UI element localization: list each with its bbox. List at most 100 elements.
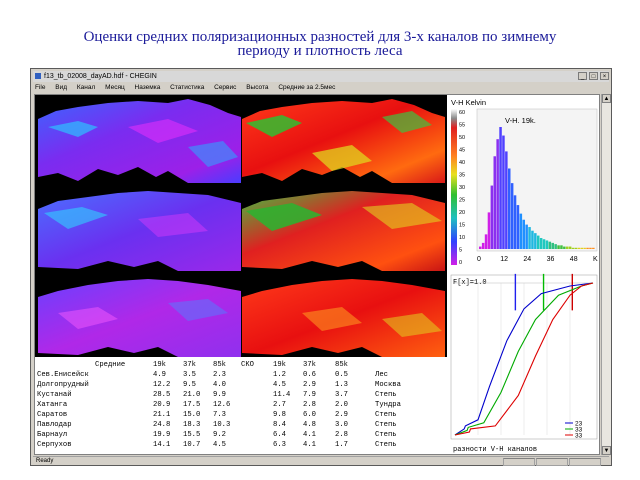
menu-averages[interactable]: Средние за 2.5мес — [278, 84, 335, 91]
stats-cell-m85: 4.5 — [213, 441, 226, 449]
histogram-x-tick: 24 — [523, 256, 531, 263]
colorbar — [451, 109, 457, 265]
status-cell-1 — [503, 458, 535, 466]
histogram-bar — [528, 227, 531, 249]
stats-cell-name: Долгопрудный — [37, 381, 89, 389]
colorbar-tick-label: 10 — [459, 235, 465, 241]
stats-cell-s85: 2.8 — [335, 431, 348, 439]
stats-header-sko-19k: 19k — [273, 361, 286, 369]
stats-table: Средние 19k 37k 85k СКО 19k 37k 85k Сев.… — [35, 357, 447, 454]
app-icon — [35, 73, 41, 79]
stats-row: Саратов 21.1 15.0 7.3 9.8 6.0 2.9 Степь — [35, 411, 447, 420]
map-tile-19k-vh[interactable] — [38, 97, 241, 183]
stats-cell-s37: 2.9 — [303, 381, 316, 389]
histogram-bar — [560, 245, 563, 249]
histogram-bar — [571, 247, 575, 249]
histogram-bar — [542, 239, 546, 249]
stats-header-sko: СКО — [241, 361, 254, 369]
stats-cell-name: Барнаул — [37, 431, 68, 439]
stats-cell-s85: 0.5 — [335, 371, 348, 379]
stats-cell-s19: 6.3 — [273, 441, 286, 449]
menu-month[interactable]: Месяц — [105, 84, 125, 91]
stats-cell-s19: 2.7 — [273, 401, 286, 409]
stats-cell-cls: Степь — [375, 441, 397, 449]
menu-view[interactable]: Вид — [55, 84, 67, 91]
histogram-label: V-H. 19k. — [505, 116, 536, 125]
client-area: V-H Kelvin 60 55 50 45 40 35 30 25 20 15 10 5 0 V-H.… — [34, 94, 600, 455]
menu-statistics[interactable]: Статистика — [170, 84, 204, 91]
stats-cell-m85: 4.0 — [213, 381, 226, 389]
stats-cell-cls: Лес — [375, 371, 388, 379]
stats-row: Кустанай 28.5 21.0 9.9 11.4 7.9 3.7 Степь — [35, 391, 447, 400]
menu-channel[interactable]: Канал — [77, 84, 95, 91]
histogram-x-tick: 0 — [477, 256, 481, 263]
histogram-bar — [574, 247, 578, 249]
histogram-bar — [496, 139, 499, 249]
minimize-button[interactable]: _ — [578, 72, 587, 80]
stats-cell-m19: 19.9 — [153, 431, 171, 439]
stats-cell-m37: 15.5 — [183, 431, 201, 439]
stats-cell-m85: 10.3 — [213, 421, 231, 429]
map-tile-85k-density[interactable] — [242, 273, 445, 359]
stats-cell-name: Павлодар — [37, 421, 72, 429]
stats-cell-cls: Москва — [375, 381, 401, 389]
histogram-bar — [586, 247, 589, 249]
histogram-bar — [566, 246, 569, 249]
stats-cell-s37: 4.1 — [303, 431, 316, 439]
histogram-bar — [499, 127, 502, 249]
stats-cell-s37: 2.8 — [303, 401, 316, 409]
vertical-scrollbar[interactable]: ▲ ▼ — [601, 94, 611, 455]
stats-cell-name: Хатанга — [37, 401, 68, 409]
close-button[interactable]: × — [600, 72, 609, 80]
stats-cell-m19: 24.8 — [153, 421, 171, 429]
map-tile-37k-density[interactable] — [242, 185, 445, 271]
histogram-bar — [592, 247, 595, 249]
map-tile-85k-vh[interactable] — [38, 273, 241, 359]
window-titlebar[interactable]: f13_tb_02008_dayAD.hdf - CHEGIN _ □ × — [33, 71, 609, 82]
histogram-bar — [577, 247, 581, 249]
histogram-bar — [551, 242, 554, 249]
histogram-bar — [484, 234, 488, 249]
histogram-bar — [557, 245, 560, 249]
scroll-up-arrow-icon[interactable]: ▲ — [602, 94, 611, 103]
maximize-button[interactable]: □ — [589, 72, 598, 80]
histogram-bar — [481, 242, 485, 249]
stats-row: Хатанга 20.9 17.5 12.6 2.7 2.8 2.0 Тундра — [35, 401, 447, 410]
menu-service[interactable]: Сервис — [214, 84, 236, 91]
stats-cell-m85: 9.2 — [213, 431, 226, 439]
stats-cell-m19: 14.1 — [153, 441, 171, 449]
stats-header-sko-37k: 37k — [303, 361, 316, 369]
menu-altitude[interactable]: Высота — [246, 84, 268, 91]
stats-cell-m37: 21.0 — [183, 391, 201, 399]
histogram-bar — [508, 168, 511, 249]
menu-file[interactable]: File — [35, 84, 45, 91]
histogram-bar — [516, 205, 520, 249]
stats-cell-s37: 7.9 — [303, 391, 316, 399]
histogram-bar — [583, 247, 586, 249]
histogram-bar — [534, 233, 537, 249]
map-tile-19k-density[interactable] — [242, 97, 445, 183]
stats-cell-s85: 2.9 — [335, 411, 348, 419]
stats-cell-m85: 9.9 — [213, 391, 226, 399]
stats-cell-m37: 17.5 — [183, 401, 201, 409]
stats-cell-m19: 12.2 — [153, 381, 171, 389]
stats-cell-cls: Тундра — [375, 401, 401, 409]
scroll-down-arrow-icon[interactable]: ▼ — [602, 446, 611, 455]
scale-histogram-svg: V-H Kelvin 605550454035302520151050 V-H.… — [451, 98, 598, 266]
colorbar-tick-label: 15 — [459, 223, 465, 229]
histogram-bar — [513, 195, 517, 249]
menu-bar: File Вид Канал Месяц Наземка Статистика … — [33, 83, 609, 93]
histogram-bar — [493, 156, 496, 249]
map-grid — [35, 95, 447, 357]
histogram-bar — [537, 235, 540, 249]
stats-cell-s19: 9.8 — [273, 411, 286, 419]
stats-cell-s37: 6.0 — [303, 411, 316, 419]
stats-header-avg: Средние — [95, 361, 126, 369]
stats-cell-m37: 18.3 — [183, 421, 201, 429]
map-tile-37k-vh[interactable] — [38, 185, 241, 271]
stats-cell-s85: 2.0 — [335, 401, 348, 409]
stats-header-avg-19k: 19k — [153, 361, 166, 369]
status-text: Ready — [36, 458, 54, 464]
menu-ground[interactable]: Наземка — [135, 84, 161, 91]
color-scale-panel: V-H Kelvin 60 55 50 45 40 35 30 25 20 15 10 5 0 V-H.… — [447, 95, 599, 271]
